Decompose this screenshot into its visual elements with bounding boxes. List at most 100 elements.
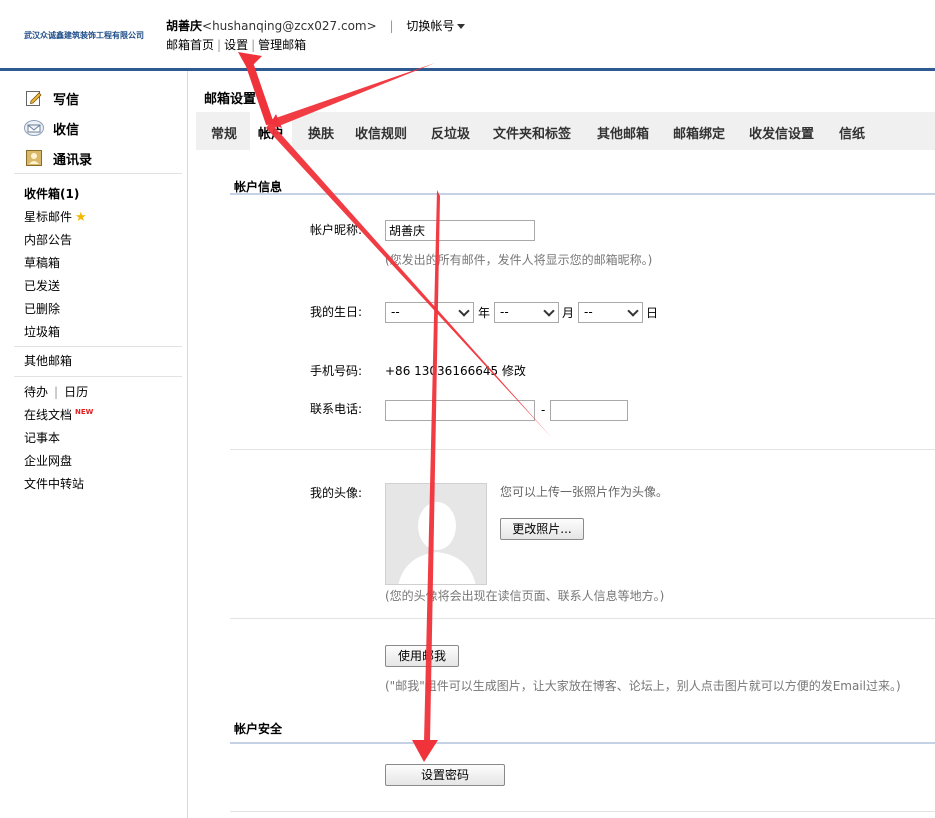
- birthday-month-select[interactable]: --: [494, 302, 559, 323]
- birthday-year-value: --: [391, 305, 400, 319]
- chevron-down-icon: [627, 305, 639, 317]
- avatar-note: (您的头像将会出现在读信页面、联系人信息等地方。): [385, 589, 665, 603]
- settings-tabs: 常规 帐户 换肤 收信规则 反垃圾 文件夹和标签 其他邮箱 邮箱绑定 收发信设置…: [196, 112, 935, 150]
- switch-account-label: 切换帐号: [406, 19, 455, 33]
- sidebar-divider: [14, 173, 182, 174]
- row-divider: [230, 449, 935, 450]
- section-title-account-security: 帐户安全: [234, 722, 283, 736]
- tel-number-input[interactable]: [550, 400, 628, 421]
- change-photo-button[interactable]: 更改照片...: [500, 518, 584, 540]
- new-badge: NEW: [75, 408, 94, 416]
- file-transfer-link[interactable]: 文件中转站: [24, 477, 84, 491]
- tel-dash: -: [541, 403, 546, 417]
- birthday-day-value: --: [584, 305, 593, 319]
- main-panel: 邮箱设置 常规 帐户 换肤 收信规则 反垃圾 文件夹和标签 其他邮箱 邮箱绑定 …: [196, 71, 935, 818]
- nickname-label: 帐户昵称:: [310, 223, 363, 237]
- nav-separator: |: [251, 38, 256, 52]
- company-logo[interactable]: 武汉众诚鑫建筑装饰工程有限公司: [24, 30, 144, 41]
- folder-starred-label: 星标邮件: [24, 210, 73, 224]
- user-info: 胡善庆<hushanqing@zcx027.com> | 切换帐号: [166, 17, 466, 34]
- top-header: 武汉众诚鑫建筑装饰工程有限公司 胡善庆<hushanqing@zcx027.co…: [0, 0, 935, 68]
- birthday-year-select[interactable]: --: [385, 302, 474, 323]
- mail-me-note: ("邮我"组件可以生成图片，让大家放在博客、论坛上，别人点击图片就可以方便的发E…: [385, 679, 901, 693]
- user-name: 胡善庆: [166, 19, 203, 33]
- avatar: [385, 483, 487, 585]
- chevron-down-icon: [457, 24, 466, 29]
- folder-deleted[interactable]: 已删除: [24, 298, 87, 321]
- tel-area-input[interactable]: [385, 400, 535, 421]
- header-separator: |: [389, 19, 394, 33]
- row-divider: [230, 811, 935, 812]
- chevron-down-icon: [458, 305, 470, 317]
- folder-spam[interactable]: 垃圾箱: [24, 321, 87, 344]
- sidebar-divider: [14, 376, 182, 377]
- birthday-day-select[interactable]: --: [578, 302, 643, 323]
- tab-folders-labels[interactable]: 文件夹和标签: [493, 112, 571, 150]
- calendar-link[interactable]: 日历: [64, 385, 88, 399]
- netdisk-link[interactable]: 企业网盘: [24, 454, 72, 468]
- online-docs-link[interactable]: 在线文档: [24, 408, 72, 422]
- section-divider: [230, 742, 935, 744]
- tab-mailbox-binding[interactable]: 邮箱绑定: [673, 112, 725, 150]
- tab-skin[interactable]: 换肤: [308, 112, 334, 150]
- birthday-label: 我的生日:: [310, 305, 363, 319]
- avatar-hint: 您可以上传一张照片作为头像。: [500, 485, 669, 499]
- compose-label: 写信: [53, 92, 80, 108]
- day-unit: 日: [646, 306, 659, 320]
- year-unit: 年: [478, 306, 491, 320]
- phone-label: 手机号码:: [310, 364, 363, 378]
- tab-anti-spam[interactable]: 反垃圾: [431, 112, 470, 150]
- birthday-month-value: --: [500, 305, 509, 319]
- tab-receive-rules[interactable]: 收信规则: [355, 112, 407, 150]
- manage-mailbox-link[interactable]: 管理邮箱: [258, 38, 306, 52]
- nav-separator: |: [217, 38, 222, 52]
- tel-label: 联系电话:: [310, 402, 363, 416]
- compose-button[interactable]: 写信: [24, 83, 92, 113]
- contacts-icon: [24, 149, 44, 167]
- page-title: 邮箱设置: [204, 92, 257, 107]
- use-mail-me-button[interactable]: 使用邮我: [385, 645, 459, 667]
- default-avatar-icon: [386, 484, 486, 584]
- pencil-icon: [24, 89, 44, 107]
- folder-announcements[interactable]: 内部公告: [24, 229, 87, 252]
- inbox-receive-button[interactable]: 收信: [24, 113, 92, 143]
- folder-starred[interactable]: 星标邮件 ★: [24, 206, 87, 229]
- tools-separator: |: [54, 385, 59, 399]
- sidebar: 写信 收信 通讯录 收件箱(1) 星标邮件 ★ 内部公告 草稿箱 已发送 已删除 …: [0, 71, 188, 818]
- month-unit: 月: [562, 306, 575, 320]
- online-docs-row: 在线文档 NEW: [24, 404, 93, 427]
- user-email: <hushanqing@zcx027.com>: [202, 19, 377, 33]
- tab-general[interactable]: 常规: [211, 112, 237, 150]
- todo-link[interactable]: 待办: [24, 385, 48, 399]
- header-nav-links: 邮箱首页 | 设置 | 管理邮箱: [166, 36, 306, 53]
- section-divider: [230, 193, 935, 195]
- contacts-label: 通讯录: [53, 152, 93, 168]
- phone-value[interactable]: +86 13036166645 修改: [385, 362, 526, 379]
- tab-account[interactable]: 帐户: [250, 112, 293, 150]
- mailbox-home-link[interactable]: 邮箱首页: [166, 38, 214, 52]
- envelope-icon: [24, 119, 44, 137]
- set-password-button[interactable]: 设置密码: [385, 764, 505, 786]
- star-icon: ★: [75, 210, 87, 225]
- tab-stationery[interactable]: 信纸: [839, 112, 865, 150]
- folder-sent[interactable]: 已发送: [24, 275, 87, 298]
- settings-link[interactable]: 设置: [224, 38, 248, 52]
- receive-label: 收信: [53, 122, 80, 138]
- contacts-button[interactable]: 通讯录: [24, 143, 92, 173]
- switch-account-button[interactable]: 切换帐号: [406, 19, 466, 33]
- tab-send-receive-settings[interactable]: 收发信设置: [749, 112, 814, 150]
- sidebar-tools: 待办 | 日历 在线文档 NEW 记事本 企业网盘 文件中转站: [24, 381, 93, 496]
- folder-drafts[interactable]: 草稿箱: [24, 252, 87, 275]
- todo-calendar-row: 待办 | 日历: [24, 381, 93, 404]
- notes-link[interactable]: 记事本: [24, 431, 60, 445]
- nickname-input[interactable]: [385, 220, 535, 241]
- tab-other-mailboxes[interactable]: 其他邮箱: [597, 112, 649, 150]
- folder-inbox[interactable]: 收件箱(1): [24, 183, 87, 206]
- sidebar-divider: [14, 346, 182, 347]
- avatar-label: 我的头像:: [310, 486, 363, 500]
- row-divider: [230, 618, 935, 619]
- nickname-hint: (您发出的所有邮件，发件人将显示您的邮箱昵称。): [385, 253, 653, 267]
- other-mailboxes-link[interactable]: 其他邮箱: [24, 350, 72, 373]
- chevron-down-icon: [543, 305, 555, 317]
- sidebar-main-actions: 写信 收信 通讯录: [24, 83, 92, 173]
